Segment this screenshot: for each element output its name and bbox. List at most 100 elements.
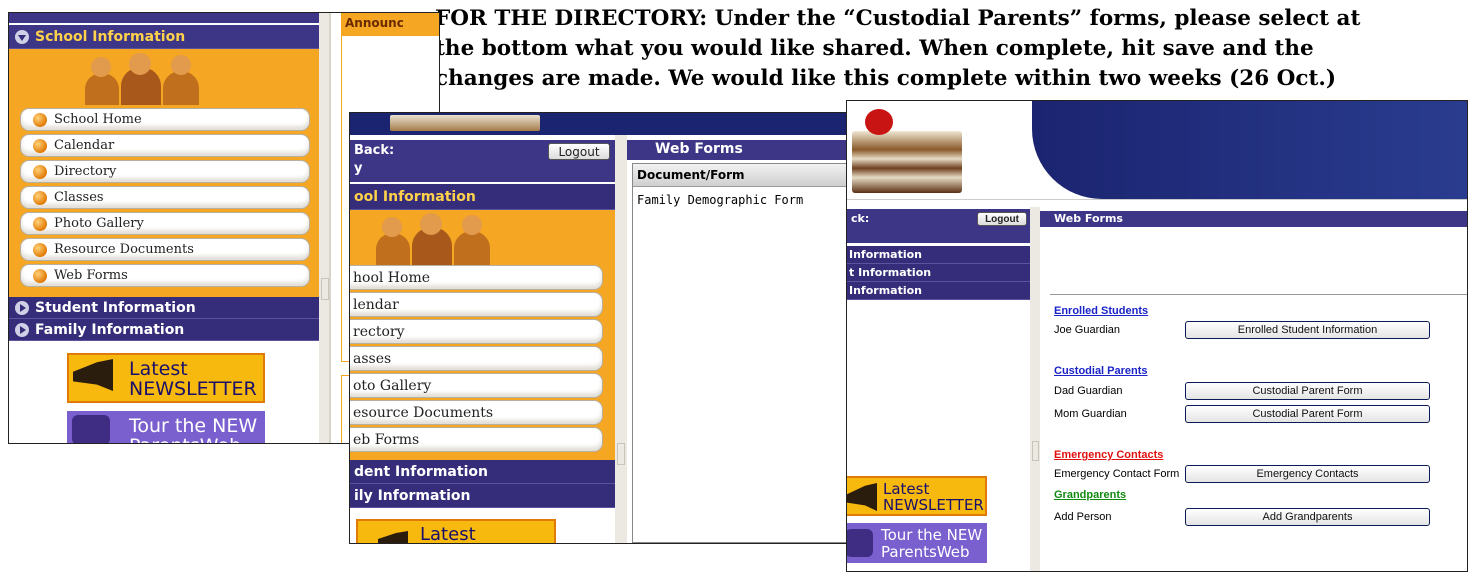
nav-directory[interactable]: rectory: [350, 319, 603, 344]
bullet-icon: [33, 242, 47, 257]
bullet-icon: [33, 268, 47, 283]
splitter-handle[interactable]: [321, 278, 329, 300]
books-graphic: [852, 131, 962, 193]
newsletter-line-1: Latest: [420, 524, 476, 544]
bullet-icon: [33, 190, 47, 205]
row-label-emergency-contact-form: Emergency Contact Form: [1054, 468, 1180, 480]
nav-photo-gallery[interactable]: Photo Gallery: [20, 212, 310, 235]
bullet-icon: [33, 164, 47, 179]
welcome-header: ck: Logout: [847, 209, 1030, 243]
logout-button[interactable]: Logout: [977, 212, 1027, 226]
projector-icon: [847, 529, 873, 557]
nav-school-home[interactable]: hool Home: [350, 265, 603, 290]
section-label: dent Information: [354, 463, 488, 480]
nav-directory[interactable]: Directory: [20, 160, 310, 183]
section-header-school-information[interactable]: ool Information: [350, 184, 615, 210]
custodial-parent-form-button-dad[interactable]: Custodial Parent Form: [1185, 382, 1430, 400]
category-emergency-contacts[interactable]: Emergency Contacts: [1054, 449, 1163, 461]
nav-classes[interactable]: asses: [350, 346, 603, 371]
instruction-line-1: FOR THE DIRECTORY: Under the “Custodial …: [435, 6, 1361, 31]
chevron-right-icon: [15, 322, 29, 337]
apple-graphic: [865, 109, 893, 135]
tour-line-1: Tour the NEW: [881, 526, 983, 544]
logout-button[interactable]: Logout: [548, 143, 610, 160]
section-student-information[interactable]: dent Information: [350, 460, 615, 484]
section-header-school-information[interactable]: School Information: [9, 25, 319, 49]
section-school-information[interactable]: Information: [847, 246, 1030, 264]
nav-resource-documents[interactable]: esource Documents: [350, 400, 603, 425]
section-label: Student Information: [35, 299, 196, 316]
button-label: Custodial Parent Form: [1252, 408, 1363, 420]
nav-web-forms[interactable]: eb Forms: [350, 427, 603, 452]
web-forms-title: Web Forms: [655, 141, 743, 157]
megaphone-icon: [847, 483, 877, 511]
announcements-label: Announc: [345, 16, 404, 30]
screenshot-right: ck: Logout Information t Information Inf…: [846, 100, 1468, 572]
nav-calendar[interactable]: Calendar: [20, 134, 310, 157]
category-custodial-parents[interactable]: Custodial Parents: [1054, 365, 1148, 377]
tour-line-1: Tour the NEW: [129, 415, 258, 437]
banner-navy-shape: [1032, 101, 1467, 199]
nav-resource-documents[interactable]: Resource Documents: [20, 238, 310, 261]
web-forms-title-bar: Web Forms: [1040, 211, 1467, 227]
parents-illustration: [79, 53, 209, 105]
nav-label: eb Forms: [353, 431, 420, 448]
bullet-icon: [33, 216, 47, 231]
latest-newsletter-banner[interactable]: Latest NEWSLETTER: [67, 353, 265, 403]
screenshot-middle: Back: y Logout ool Information hool Home…: [349, 112, 891, 544]
frame-divider: [319, 13, 329, 443]
section-family-information[interactable]: Information: [847, 282, 1030, 300]
category-grandparents[interactable]: Grandparents: [1054, 489, 1126, 501]
tour-parentsweb-banner[interactable]: Tour the NEW ParentsWeb: [847, 523, 987, 563]
nav-web-forms[interactable]: Web Forms: [20, 264, 310, 287]
instruction-line-3: changes are made. We would like this com…: [435, 66, 1337, 91]
web-forms-separator: [1050, 294, 1467, 295]
section-label: t Information: [849, 266, 932, 279]
latest-newsletter-banner[interactable]: Latest: [356, 519, 556, 544]
section-family-information[interactable]: Family Information: [9, 319, 319, 341]
section-student-information[interactable]: Student Information: [9, 297, 319, 319]
section-student-information[interactable]: t Information: [847, 264, 1030, 282]
newsletter-line-1: Latest: [129, 358, 188, 380]
section-header-label: ool Information: [354, 188, 476, 205]
latest-newsletter-banner[interactable]: Latest NEWSLETTER: [847, 476, 987, 516]
add-grandparents-button[interactable]: Add Grandparents: [1185, 508, 1430, 526]
bullet-icon: [33, 138, 47, 153]
custodial-parent-form-button-mom[interactable]: Custodial Parent Form: [1185, 405, 1430, 423]
button-label: Emergency Contacts: [1256, 468, 1359, 480]
nav-calendar[interactable]: lendar: [350, 292, 603, 317]
chevron-right-icon: [15, 300, 29, 315]
chevron-down-icon: [15, 29, 29, 44]
nav-school-home[interactable]: School Home: [20, 108, 310, 131]
welcome-name: y: [354, 161, 363, 176]
enrolled-student-information-button[interactable]: Enrolled Student Information: [1185, 321, 1430, 339]
welcome-header: Back: y Logout: [350, 140, 615, 182]
section-label: Family Information: [35, 321, 185, 338]
splitter-handle[interactable]: [1032, 441, 1039, 461]
table-row[interactable]: Family Demographic Form: [637, 193, 803, 207]
button-label: Custodial Parent Form: [1252, 385, 1363, 397]
emergency-contacts-button[interactable]: Emergency Contacts: [1185, 465, 1430, 483]
announcements-tab[interactable]: Announc: [341, 13, 439, 35]
bullet-icon: [33, 112, 47, 127]
section-label: ily Information: [354, 487, 471, 504]
nav-classes[interactable]: Classes: [20, 186, 310, 209]
nav-label: oto Gallery: [353, 377, 432, 394]
splitter-handle[interactable]: [617, 443, 625, 465]
web-forms-title: Web Forms: [1054, 212, 1123, 225]
category-enrolled-students[interactable]: Enrolled Students: [1054, 305, 1148, 317]
top-strip: [9, 13, 319, 23]
nav-label: Directory: [54, 164, 117, 179]
section-family-information[interactable]: ily Information: [350, 484, 615, 508]
frame-divider: [1030, 207, 1040, 571]
nav-label: Resource Documents: [54, 242, 194, 257]
instruction-line-2: the bottom what you would like shared. W…: [435, 36, 1314, 61]
tour-parentsweb-banner[interactable]: Tour the NEW ParentsWeb: [67, 411, 265, 443]
form-link-family-demographic[interactable]: Family Demographic Form: [637, 193, 803, 207]
banner-underline: [847, 199, 1467, 208]
button-label: Add Grandparents: [1262, 511, 1353, 523]
welcome-label: ck:: [851, 212, 870, 225]
nav-photo-gallery[interactable]: oto Gallery: [350, 373, 603, 398]
newsletter-line-2: NEWSLETTER: [129, 378, 257, 400]
logout-label: Logout: [985, 213, 1019, 225]
